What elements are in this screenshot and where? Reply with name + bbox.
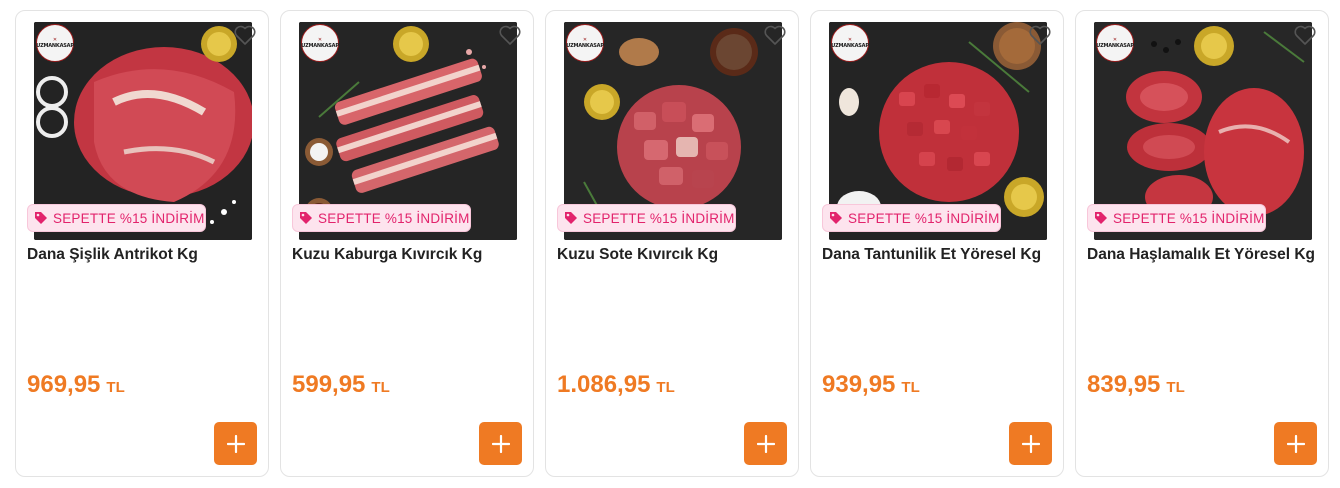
product-price: 839,95 TL [1087, 371, 1185, 399]
product-title[interactable]: Kuzu Sote Kıvırcık Kg [557, 244, 789, 266]
product-card[interactable]: ✕ UZMANKASAP SEPETTE %15 İNDİRİM Dana Şi… [15, 10, 269, 477]
plus-icon [756, 434, 775, 453]
badge-label: SEPETTE %15 İNDİRİM [848, 210, 1000, 226]
heart-outline-icon [234, 25, 256, 45]
discount-badge: SEPETTE %15 İNDİRİM [292, 204, 471, 232]
heart-outline-icon [1294, 25, 1316, 45]
favorite-button[interactable] [1290, 21, 1320, 49]
product-title[interactable]: Kuzu Kaburga Kıvırcık Kg [292, 244, 524, 266]
badge-label: SEPETTE %15 İNDİRİM [1113, 210, 1265, 226]
product-title[interactable]: Dana Haşlamalık Et Yöresel Kg [1087, 244, 1319, 266]
price-value: 939,95 [822, 371, 896, 398]
product-card[interactable]: ✕ UZMANKASAP SEPETTE %15 İNDİRİM Dana Ta… [810, 10, 1064, 477]
product-title[interactable]: Dana Tantunilik Et Yöresel Kg [822, 244, 1054, 266]
tag-icon [565, 212, 577, 224]
discount-badge: SEPETTE %15 İNDİRİM [1087, 204, 1266, 232]
tag-icon [1095, 212, 1107, 224]
price-value: 599,95 [292, 371, 366, 398]
discount-badge: SEPETTE %15 İNDİRİM [27, 204, 206, 232]
plus-icon [491, 434, 510, 453]
badge-label: SEPETTE %15 İNDİRİM [53, 210, 205, 226]
product-card[interactable]: ✕ UZMANKASAP SEPETTE %15 İNDİRİM Dana Ha… [1075, 10, 1329, 477]
brand-logo: ✕ UZMANKASAP [1096, 24, 1134, 62]
brand-logo: ✕ UZMANKASAP [566, 24, 604, 62]
tag-icon [830, 212, 842, 224]
discount-badge: SEPETTE %15 İNDİRİM [822, 204, 1001, 232]
add-to-cart-button[interactable] [1009, 422, 1052, 465]
favorite-button[interactable] [1025, 21, 1055, 49]
price-value: 1.086,95 [557, 371, 651, 398]
price-currency: TL [106, 379, 125, 396]
price-currency: TL [901, 379, 920, 396]
badge-label: SEPETTE %15 İNDİRİM [318, 210, 470, 226]
favorite-button[interactable] [760, 21, 790, 49]
product-price: 1.086,95 TL [557, 371, 675, 399]
brand-logo: ✕ UZMANKASAP [301, 24, 339, 62]
product-card[interactable]: ✕ UZMANKASAP SEPETTE %15 İNDİRİM Kuzu So… [545, 10, 799, 477]
price-currency: TL [371, 379, 390, 396]
product-grid: ✕ UZMANKASAP SEPETTE %15 İNDİRİM Dana Şi… [15, 10, 1330, 477]
price-currency: TL [656, 379, 675, 396]
plus-icon [1021, 434, 1040, 453]
favorite-button[interactable] [495, 21, 525, 49]
add-to-cart-button[interactable] [744, 422, 787, 465]
price-value: 839,95 [1087, 371, 1161, 398]
brand-logo: ✕ UZMANKASAP [36, 24, 74, 62]
heart-outline-icon [499, 25, 521, 45]
product-price: 939,95 TL [822, 371, 920, 399]
brand-logo: ✕ UZMANKASAP [831, 24, 869, 62]
heart-outline-icon [764, 25, 786, 45]
plus-icon [1286, 434, 1305, 453]
add-to-cart-button[interactable] [214, 422, 257, 465]
price-value: 969,95 [27, 371, 101, 398]
plus-icon [226, 434, 245, 453]
favorite-button[interactable] [230, 21, 260, 49]
price-currency: TL [1166, 379, 1185, 396]
tag-icon [300, 212, 312, 224]
discount-badge: SEPETTE %15 İNDİRİM [557, 204, 736, 232]
add-to-cart-button[interactable] [1274, 422, 1317, 465]
product-card[interactable]: ✕ UZMANKASAP SEPETTE %15 İNDİRİM Kuzu Ka… [280, 10, 534, 477]
product-title[interactable]: Dana Şişlik Antrikot Kg [27, 244, 259, 266]
heart-outline-icon [1029, 25, 1051, 45]
add-to-cart-button[interactable] [479, 422, 522, 465]
product-price: 969,95 TL [27, 371, 125, 399]
tag-icon [35, 212, 47, 224]
product-price: 599,95 TL [292, 371, 390, 399]
badge-label: SEPETTE %15 İNDİRİM [583, 210, 735, 226]
